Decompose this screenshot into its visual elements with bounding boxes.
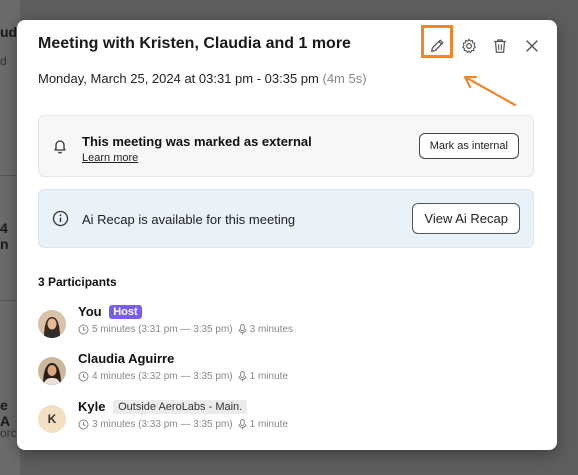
delete-button[interactable] bbox=[486, 32, 514, 60]
view-ai-recap-button[interactable]: View Ai Recap bbox=[412, 203, 520, 234]
gear-icon bbox=[461, 38, 477, 54]
external-notice-title: This meeting was marked as external bbox=[82, 134, 312, 149]
attendance-time: 4 minutes (3:32 pm — 3:35 pm) bbox=[92, 371, 233, 382]
participants-heading: 3 Participants bbox=[38, 275, 117, 289]
attendance-time: 3 minutes (3:33 pm — 3:35 pm) bbox=[92, 419, 233, 430]
talk-time: 1 minute bbox=[249, 371, 288, 382]
participant-name: Claudia Aguirre bbox=[78, 351, 175, 366]
microphone-icon bbox=[238, 419, 247, 430]
participant-row: K Kyle Outside AeroLabs - Main. 3 minute… bbox=[38, 399, 518, 445]
clock-icon bbox=[78, 419, 89, 430]
settings-button[interactable] bbox=[455, 32, 483, 60]
avatar bbox=[38, 310, 66, 338]
participant-name: Kyle bbox=[78, 399, 106, 414]
talk-time: 3 minutes bbox=[249, 324, 293, 335]
close-button[interactable] bbox=[518, 32, 546, 60]
info-icon bbox=[52, 210, 69, 227]
bell-icon bbox=[54, 140, 66, 154]
ai-recap-notice: Ai Recap is available for this meeting V… bbox=[38, 189, 534, 248]
meeting-datetime: Monday, March 25, 2024 at 03:31 pm - 03:… bbox=[38, 71, 367, 86]
attendance-time: 5 minutes (3:31 pm — 3:35 pm) bbox=[92, 324, 233, 335]
meeting-details-modal: Meeting with Kristen, Claudia and 1 more… bbox=[17, 20, 557, 450]
meeting-date: Monday, March 25, 2024 at 03:31 pm - 03:… bbox=[38, 71, 319, 86]
participant-row: You Host 5 minutes (3:31 pm — 3:35 pm) 3… bbox=[38, 304, 518, 350]
participant-row: Claudia Aguirre 4 minutes (3:32 pm — 3:3… bbox=[38, 351, 518, 397]
annotation-arrow-icon bbox=[463, 75, 517, 107]
learn-more-link[interactable]: Learn more bbox=[82, 152, 138, 164]
avatar: K bbox=[38, 405, 66, 433]
trash-icon bbox=[494, 39, 506, 53]
edit-button-highlight bbox=[421, 25, 453, 58]
avatar bbox=[38, 357, 66, 385]
meeting-duration: (4m 5s) bbox=[322, 71, 367, 86]
external-meeting-notice: This meeting was marked as external Lear… bbox=[38, 115, 534, 177]
participant-meta: 5 minutes (3:31 pm — 3:35 pm) 3 minutes bbox=[78, 324, 293, 335]
user-photo-icon bbox=[38, 357, 66, 385]
participant-name-line: Claudia Aguirre bbox=[78, 351, 174, 366]
ai-recap-text: Ai Recap is available for this meeting bbox=[82, 212, 296, 227]
host-badge: Host bbox=[109, 305, 142, 319]
talk-time: 1 minute bbox=[249, 419, 288, 430]
clock-icon bbox=[78, 371, 89, 382]
user-photo-icon bbox=[38, 310, 66, 338]
mark-as-internal-button[interactable]: Mark as internal bbox=[418, 133, 519, 159]
close-icon bbox=[526, 40, 538, 52]
clock-icon bbox=[78, 324, 89, 335]
participant-meta: 3 minutes (3:33 pm — 3:35 pm) 1 minute bbox=[78, 419, 288, 430]
participant-meta: 4 minutes (3:32 pm — 3:35 pm) 1 minute bbox=[78, 371, 288, 382]
participant-name-line: You Host bbox=[78, 304, 142, 319]
microphone-icon bbox=[238, 324, 247, 335]
organization-badge: Outside AeroLabs - Main. bbox=[113, 400, 248, 414]
participant-name-line: Kyle Outside AeroLabs - Main. bbox=[78, 399, 248, 414]
participant-name: You bbox=[78, 304, 102, 319]
microphone-icon bbox=[238, 371, 247, 382]
meeting-title: Meeting with Kristen, Claudia and 1 more bbox=[38, 35, 351, 52]
